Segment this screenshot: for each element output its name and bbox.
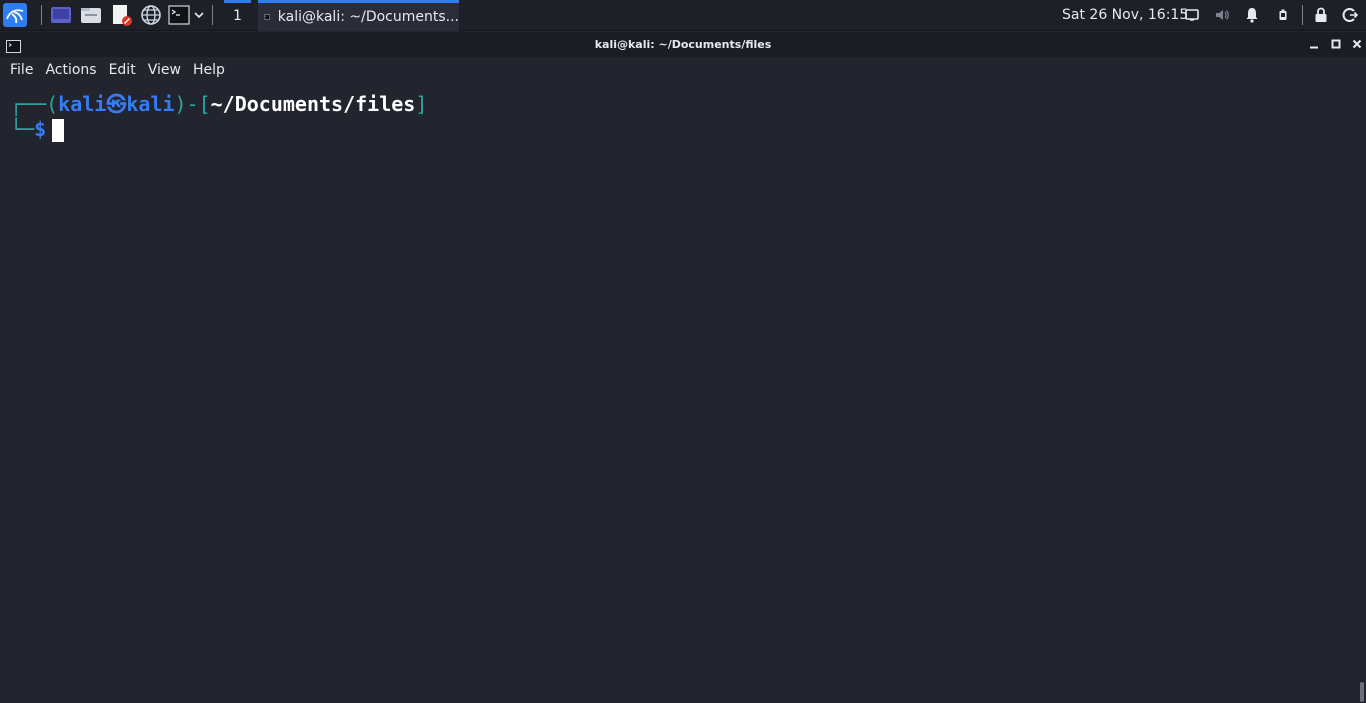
taskbar-window-button[interactable]: kali@kali: ~/Documents... <box>258 0 459 31</box>
terminal-icon <box>264 14 270 20</box>
top-panel: 1 kali@kali: ~/Documents... Sat 26 Nov, … <box>0 0 1366 31</box>
prompt-mid: )-[ <box>174 92 211 116</box>
workspace-1-button[interactable]: 1 <box>224 0 251 31</box>
prompt-line-1: ┌──(kali㉿kali)-[~/Documents/files] <box>10 91 427 117</box>
menu-actions[interactable]: Actions <box>39 57 102 84</box>
notification-bell-icon[interactable] <box>1243 6 1261 24</box>
menu-bar: File Actions Edit View Help <box>0 57 1366 84</box>
kali-menu-icon[interactable] <box>3 3 27 27</box>
prompt-dollar: $ <box>34 117 47 141</box>
clock[interactable]: Sat 26 Nov, 16:15 <box>1062 0 1188 31</box>
web-browser-icon[interactable] <box>139 3 163 27</box>
panel-separator <box>212 5 213 25</box>
prompt-user: kali <box>58 92 107 116</box>
menu-edit[interactable]: Edit <box>103 57 142 84</box>
window-titlebar[interactable]: kali@kali: ~/Documents/files <box>0 32 1366 57</box>
volume-icon[interactable] <box>1213 6 1231 24</box>
show-desktop-icon[interactable] <box>49 3 73 27</box>
prompt-close: ] <box>415 92 428 116</box>
prompt-path: ~/Documents/files <box>210 92 416 116</box>
terminal-area[interactable]: ┌──(kali㉿kali)-[~/Documents/files] └─$ <box>0 84 1366 703</box>
taskbar-window-title: kali@kali: ~/Documents... <box>277 9 459 25</box>
file-manager-icon[interactable] <box>79 3 103 27</box>
chevron-down-icon[interactable] <box>191 3 207 27</box>
window-title: kali@kali: ~/Documents/files <box>594 38 772 51</box>
menu-view[interactable]: View <box>142 57 187 84</box>
prompt-line-2: └─$ <box>10 116 65 142</box>
close-icon[interactable] <box>1350 37 1364 51</box>
power-manager-icon[interactable] <box>1274 6 1292 24</box>
logout-icon[interactable] <box>1341 6 1359 24</box>
minimize-icon[interactable] <box>1307 37 1321 51</box>
text-cursor <box>52 119 65 142</box>
panel-separator <box>41 5 42 25</box>
terminal-launcher-icon[interactable] <box>167 3 191 27</box>
prompt-at-symbol: ㉿ <box>106 92 127 116</box>
prompt-open: ┌──( <box>10 92 59 116</box>
panel-separator <box>1302 5 1303 25</box>
display-icon[interactable] <box>1183 6 1201 24</box>
menu-file[interactable]: File <box>4 57 39 84</box>
maximize-icon[interactable] <box>1329 37 1343 51</box>
prompt-host: kali <box>126 92 175 116</box>
scrollbar[interactable] <box>1360 682 1364 702</box>
menu-help[interactable]: Help <box>187 57 231 84</box>
prompt-corner: └─ <box>10 117 35 141</box>
lock-icon[interactable] <box>1312 6 1330 24</box>
text-editor-icon[interactable] <box>109 3 133 27</box>
